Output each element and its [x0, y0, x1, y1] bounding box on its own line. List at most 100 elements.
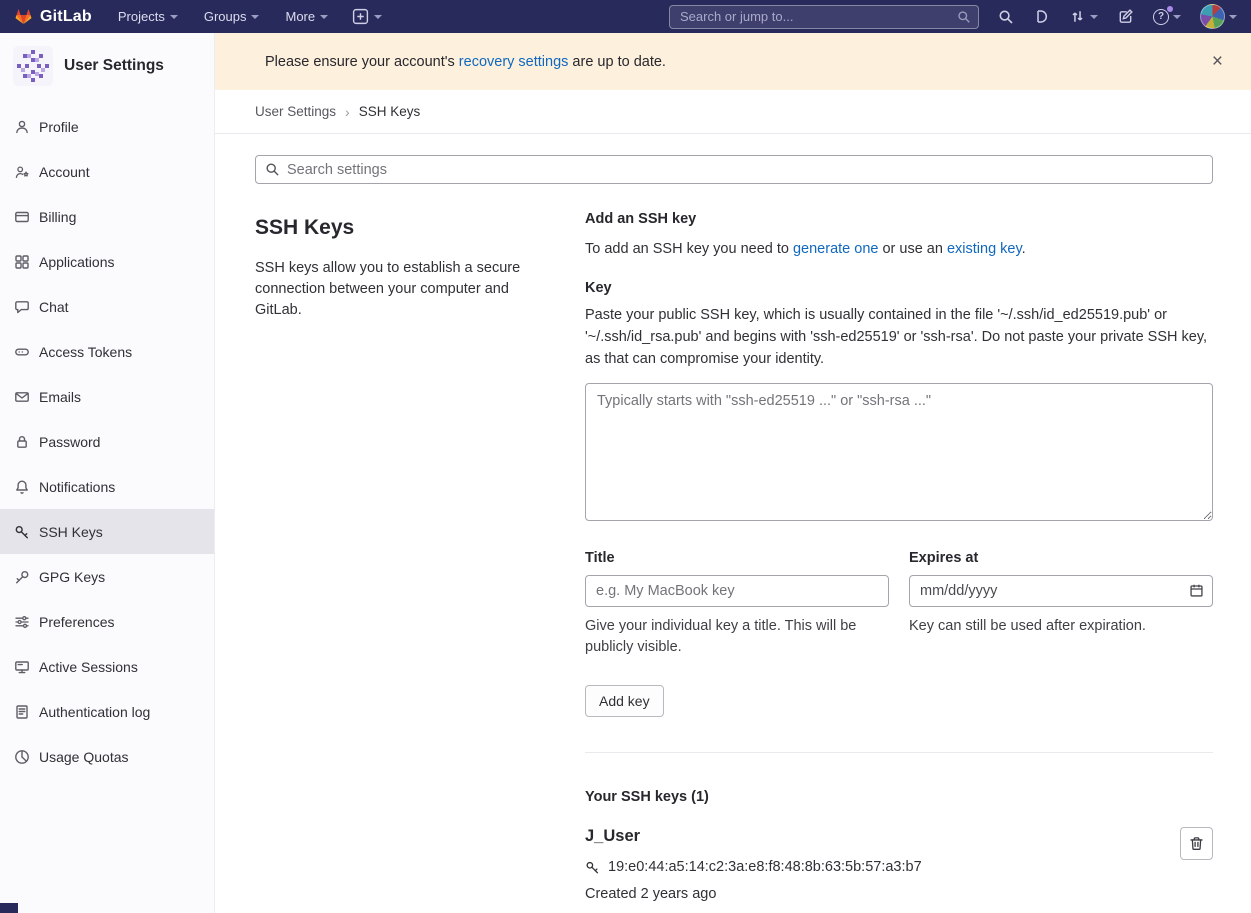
settings-sidebar: User Settings Profile Account Billing [0, 33, 215, 913]
sidebar-item-label: Password [39, 434, 100, 450]
sidebar-item-profile[interactable]: Profile [0, 104, 214, 149]
top-navbar: GitLab Projects Groups More [0, 0, 1251, 33]
page-body: SSH Keys SSH keys allow you to establish… [215, 134, 1251, 913]
sidebar-title: User Settings [64, 57, 164, 75]
expires-label: Expires at [909, 550, 1213, 566]
title-label: Title [585, 550, 889, 566]
sidebar-item-active-sessions[interactable]: Active Sessions [0, 644, 214, 689]
sidebar-item-authentication-log[interactable]: Authentication log [0, 689, 214, 734]
your-ssh-keys-heading: Your SSH keys (1) [585, 789, 1213, 805]
sidebar-item-label: Preferences [39, 614, 114, 630]
generate-one-link[interactable]: generate one [793, 241, 878, 257]
add-key-intro: To add an SSH key you need to generate o… [585, 241, 1213, 257]
new-item-menu[interactable] [352, 8, 382, 25]
notification-dot [1167, 6, 1173, 12]
issues-icon [1033, 8, 1050, 25]
nav-projects-menu[interactable]: Projects [118, 9, 178, 24]
access-tokens-icon [14, 344, 30, 360]
user-identicon-avatar [13, 46, 53, 86]
sidebar-item-chat[interactable]: Chat [0, 284, 214, 329]
key-icon [585, 860, 600, 875]
sidebar-item-label: Active Sessions [39, 659, 138, 675]
main-content: Please ensure your account's recovery se… [215, 33, 1251, 913]
merge-requests-button[interactable] [1069, 8, 1098, 25]
nav-projects-label: Projects [118, 9, 165, 24]
trash-icon [1189, 836, 1204, 851]
settings-columns: SSH Keys SSH keys allow you to establish… [255, 208, 1213, 913]
brand-title: GitLab [40, 8, 92, 26]
sidebar-collapse-corner[interactable] [0, 903, 18, 913]
add-key-heading: Add an SSH key [585, 211, 1213, 227]
sidebar-item-label: Notifications [39, 479, 115, 495]
key-description: Paste your public SSH key, which is usua… [585, 305, 1213, 370]
page-title: SSH Keys [255, 216, 540, 240]
expires-at-input[interactable] [909, 575, 1213, 607]
title-field-group: Title Give your individual key a title. … [585, 550, 889, 658]
sidebar-item-usage-quotas[interactable]: Usage Quotas [0, 734, 214, 779]
settings-search-input[interactable] [255, 155, 1213, 184]
sidebar-item-password[interactable]: Password [0, 419, 214, 464]
existing-key-link[interactable]: existing key [947, 241, 1022, 257]
key-title-input[interactable] [585, 575, 889, 607]
sidebar-item-emails[interactable]: Emails [0, 374, 214, 419]
gitlab-tanuki-icon [14, 7, 33, 26]
sidebar-item-billing[interactable]: Billing [0, 194, 214, 239]
expires-field-group: Expires at Key can still be used after e… [909, 550, 1213, 658]
sidebar-item-access-tokens[interactable]: Access Tokens [0, 329, 214, 374]
usage-quotas-pie-icon [14, 749, 30, 765]
sidebar-item-preferences[interactable]: Preferences [0, 599, 214, 644]
sidebar-item-label: Authentication log [39, 704, 150, 720]
global-search-input[interactable] [669, 5, 979, 29]
sidebar-item-ssh-keys[interactable]: SSH Keys [0, 509, 214, 554]
sidebar-item-label: Access Tokens [39, 344, 132, 360]
chat-icon [14, 299, 30, 315]
notifications-bell-icon [14, 479, 30, 495]
search-icon [265, 162, 280, 177]
page-description: SSH keys allow you to establish a secure… [255, 258, 540, 321]
todos-button[interactable] [1117, 8, 1134, 25]
sidebar-item-label: SSH Keys [39, 524, 103, 540]
gitlab-home-link[interactable]: GitLab [14, 7, 92, 26]
applications-icon [14, 254, 30, 270]
expires-help-text: Key can still be used after expiration. [909, 616, 1213, 637]
sidebar-item-gpg-keys[interactable]: GPG Keys [0, 554, 214, 599]
alert-close-button[interactable]: × [1206, 50, 1229, 73]
navbar-right: ? [669, 4, 1237, 29]
sidebar-item-applications[interactable]: Applications [0, 239, 214, 284]
sidebar-nav: Profile Account Billing Applications Cha… [0, 104, 214, 779]
nav-groups-menu[interactable]: Groups [204, 9, 260, 24]
search-button[interactable] [998, 9, 1014, 25]
preferences-sliders-icon [14, 614, 30, 630]
ssh-key-list-item: J_User 19:e0:44:a5:14:c2:3a:e8:f8:48:8b:… [585, 827, 1213, 913]
password-lock-icon [14, 434, 30, 450]
gpg-keys-icon [14, 569, 30, 585]
section-description-column: SSH Keys SSH keys allow you to establish… [255, 208, 585, 913]
recovery-settings-link[interactable]: recovery settings [459, 54, 569, 70]
sidebar-header: User Settings [0, 46, 214, 86]
search-icon [957, 10, 971, 24]
help-menu[interactable]: ? [1153, 9, 1181, 25]
sidebar-item-notifications[interactable]: Notifications [0, 464, 214, 509]
breadcrumb-separator-icon: › [345, 104, 350, 120]
nav-more-menu[interactable]: More [285, 9, 328, 24]
user-menu[interactable] [1200, 4, 1237, 29]
help-icon: ? [1153, 9, 1169, 25]
expires-date-wrap [909, 575, 1213, 607]
active-sessions-monitor-icon [14, 659, 30, 675]
title-expires-row: Title Give your individual key a title. … [585, 550, 1213, 658]
sidebar-item-label: Billing [39, 209, 76, 225]
sidebar-item-label: Account [39, 164, 90, 180]
search-icon [998, 9, 1014, 25]
breadcrumb-user-settings[interactable]: User Settings [255, 104, 336, 119]
sidebar-item-label: Profile [39, 119, 79, 135]
issues-button[interactable] [1033, 8, 1050, 25]
todo-edit-icon [1117, 8, 1134, 25]
chevron-down-icon [251, 15, 259, 19]
delete-key-button[interactable] [1180, 827, 1213, 860]
ssh-key-textarea[interactable] [585, 383, 1213, 521]
add-key-button[interactable]: Add key [585, 685, 664, 717]
primary-nav: Projects Groups More [118, 9, 328, 24]
sidebar-item-account[interactable]: Account [0, 149, 214, 194]
gitlab-app: GitLab Projects Groups More [0, 0, 1251, 913]
user-avatar [1200, 4, 1225, 29]
